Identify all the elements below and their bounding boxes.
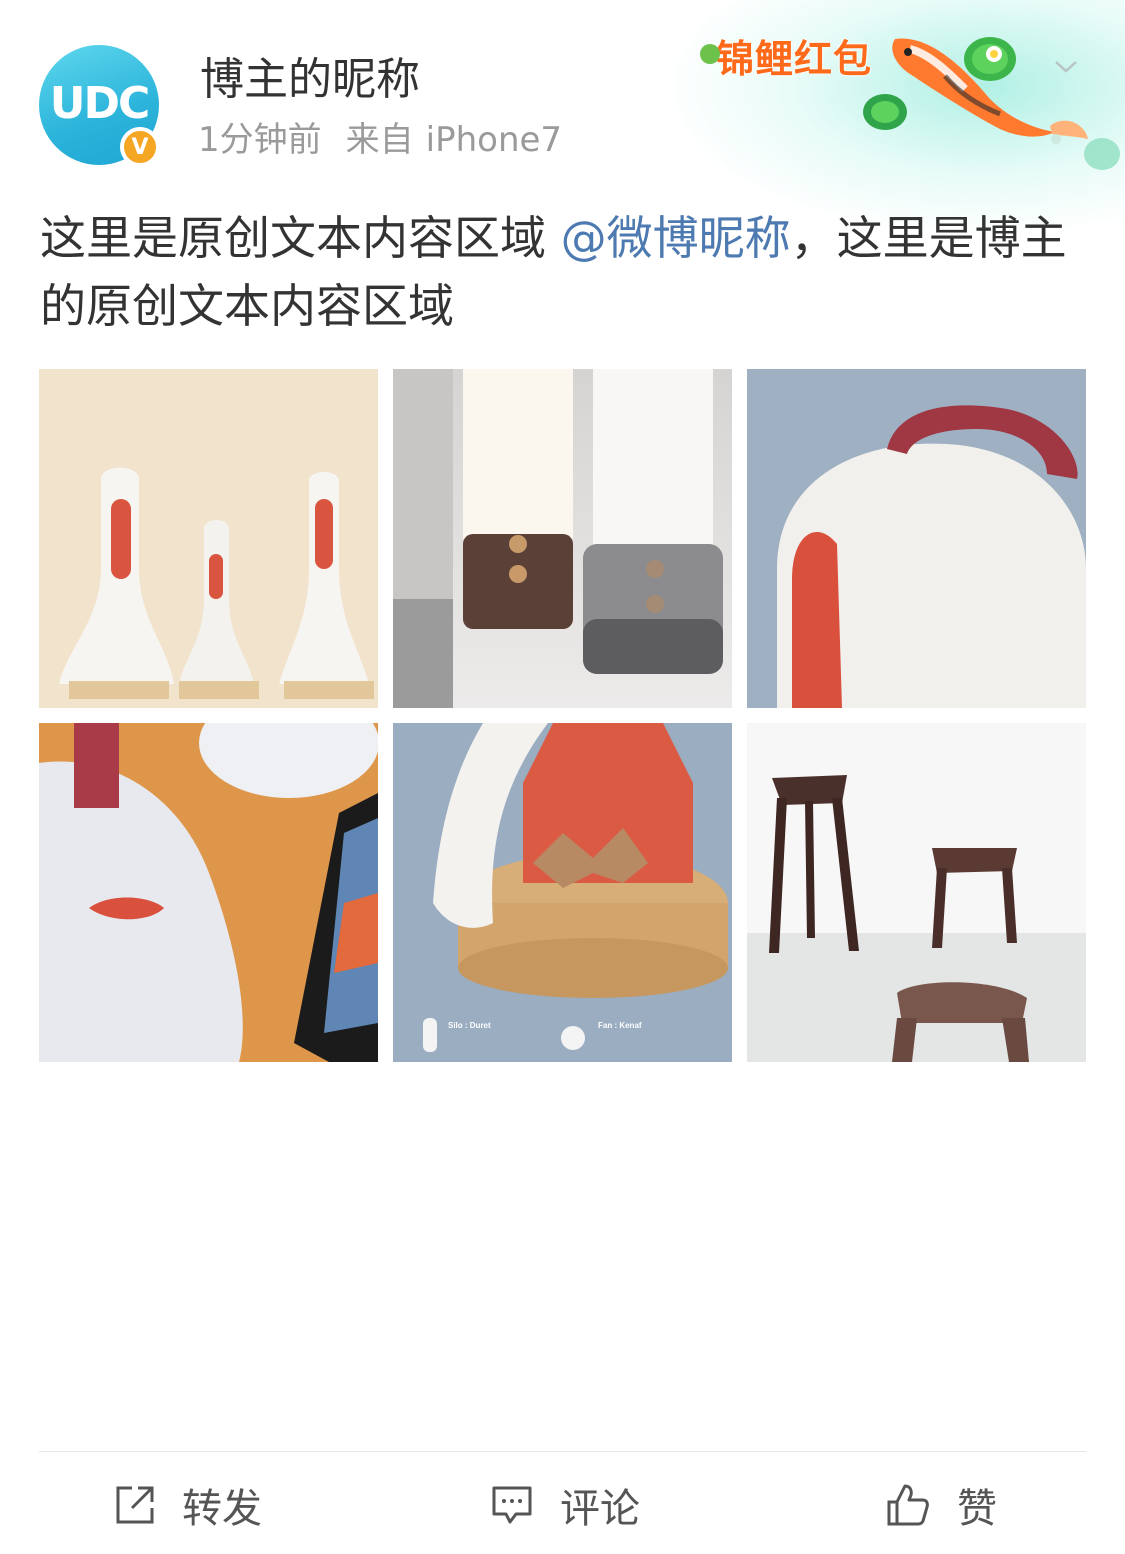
actions-divider [39,1451,1086,1452]
post-text: 这里是原创文本内容区域 @微博昵称，这里是博主的原创文本内容区域 [40,204,1090,340]
image-grid: Silo : Duret Fan : Kenaf [39,369,1086,1062]
like-label: 赞 [957,1486,997,1532]
source-label: 来自 [345,120,414,160]
comment-button[interactable]: 评论 [490,1470,640,1540]
mention-link[interactable]: @微博昵称 [561,211,791,265]
post-time: 1分钟前 [198,120,322,160]
repost-button[interactable]: 转发 [114,1470,262,1540]
koi-red-packet-promo[interactable]: 锦鲤红包 [690,14,1125,184]
image-cork-base-cutaway[interactable]: Silo : Duret Fan : Kenaf [393,723,732,1062]
poster-caption-right: Fan : Kenaf [598,1021,642,1030]
comment-icon [492,1486,532,1524]
comment-label: 评论 [560,1486,640,1532]
author-nickname[interactable]: 博主的昵称 [200,52,420,108]
source-device: iPhone7 [425,120,563,160]
image-stools[interactable] [747,723,1086,1062]
koi-icon [700,37,1120,170]
like-button[interactable]: 赞 [885,1470,997,1540]
action-bar: 转发 评论 赞 [0,1470,1125,1540]
avatar-logo-text: UDC [49,77,151,129]
post-meta: 1分钟前 来自 iPhone7 [198,118,562,162]
post-text-before: 这里是原创文本内容区域 [40,211,561,265]
chevron-down-icon[interactable] [1052,52,1080,80]
verified-badge: V [120,127,160,167]
repost-label: 转发 [182,1486,262,1532]
image-speaker-lamps[interactable] [393,369,732,708]
image-dome-with-strap[interactable] [747,369,1086,708]
image-bells-on-beige[interactable] [39,369,378,708]
like-icon [887,1484,929,1526]
poster-caption-left: Silo : Duret [448,1021,491,1030]
image-dome-on-wood[interactable] [39,723,378,1062]
share-icon [116,1486,154,1524]
